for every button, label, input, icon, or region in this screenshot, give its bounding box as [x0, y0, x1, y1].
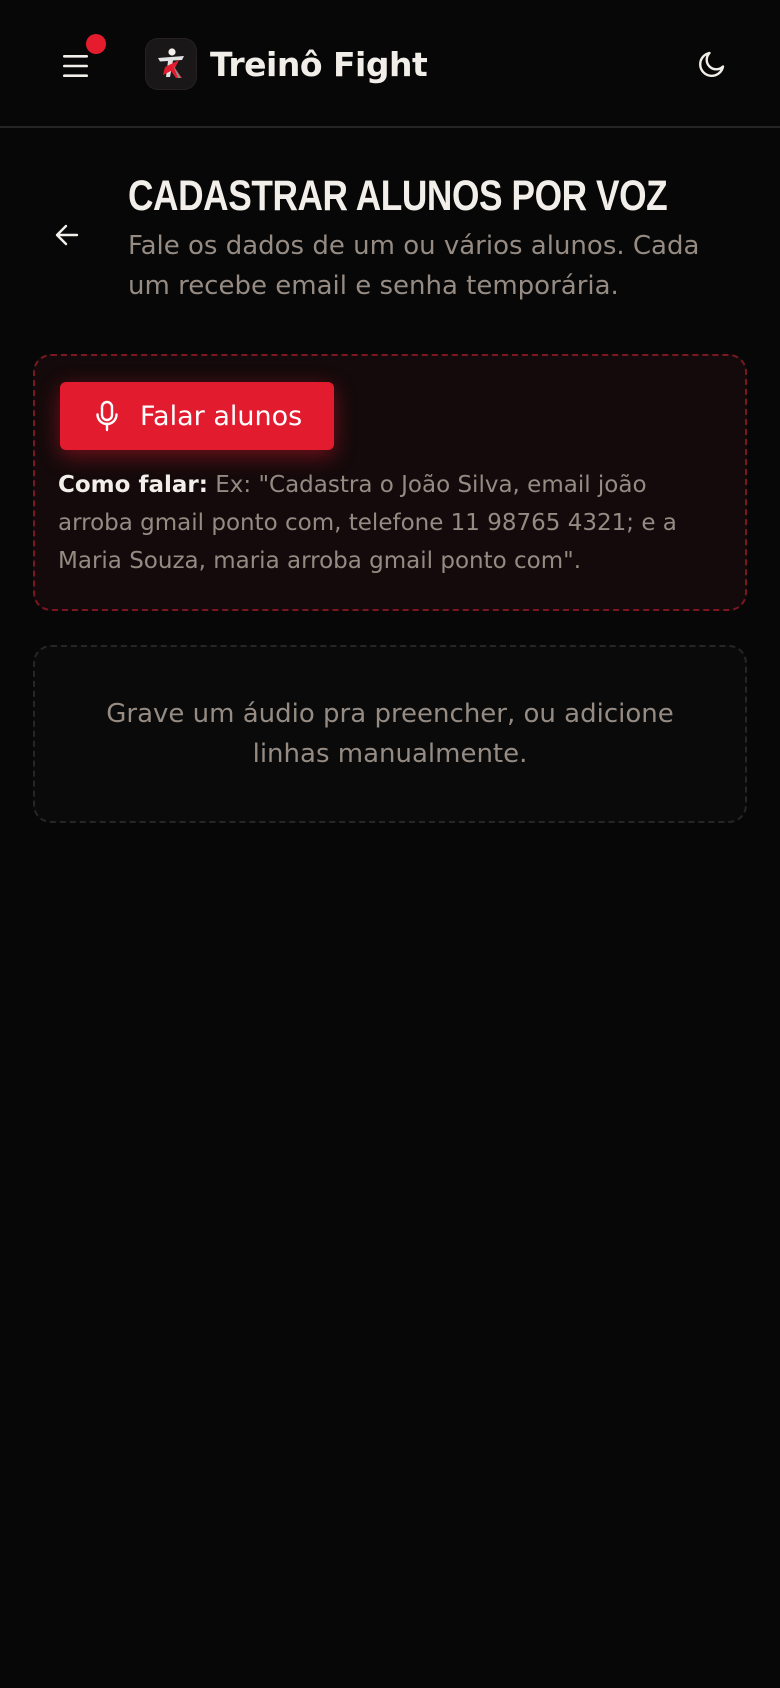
microphone-icon	[94, 400, 120, 432]
page-subtitle: Fale os dados de um ou vários alunos. Ca…	[128, 231, 700, 301]
speak-button-label: Falar alunos	[140, 400, 303, 432]
theme-toggle-button[interactable]	[686, 38, 738, 90]
page-title: CADASTRAR ALUNOS POR VOZ	[128, 172, 668, 220]
empty-state-text: Grave um áudio pra preencher, ou adicion…	[106, 699, 674, 769]
top-bar: Treinô Fight	[0, 0, 780, 128]
hamburger-menu-icon	[63, 55, 88, 77]
hint-label: Como falar:	[58, 472, 208, 498]
voice-input-card: Falar alunos Como falar: Ex: "Cadastra o…	[33, 354, 747, 611]
empty-state-card: Grave um áudio pra preencher, ou adicion…	[33, 645, 747, 823]
brand-logo	[146, 39, 196, 89]
arrow-left-icon	[55, 224, 79, 246]
speaking-hint: Como falar: Ex: "Cadastra o João Silva, …	[58, 466, 728, 580]
notification-dot	[86, 34, 106, 54]
speak-students-button[interactable]: Falar alunos	[60, 382, 334, 450]
brand-name: Treinô Fight	[210, 44, 428, 84]
back-button[interactable]	[42, 210, 92, 260]
moon-icon	[699, 51, 725, 77]
brand[interactable]: Treinô Fight	[146, 38, 428, 90]
